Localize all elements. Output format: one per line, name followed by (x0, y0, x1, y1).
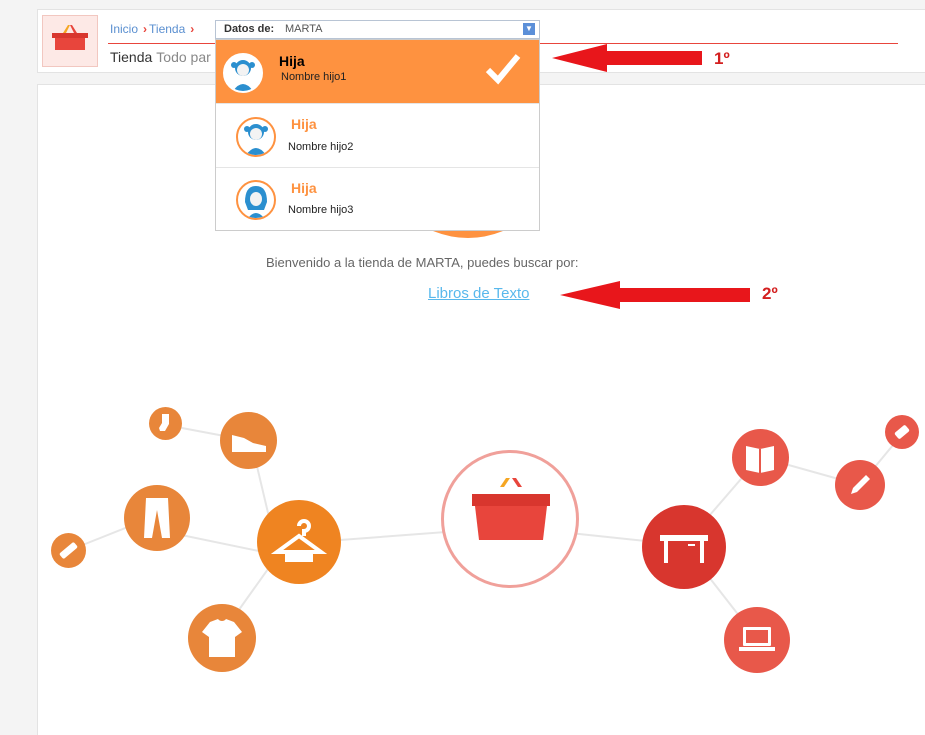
store-logo[interactable] (42, 15, 98, 67)
annotation-arrow-1 (552, 44, 702, 72)
page-title: Tienda Todo par (110, 49, 211, 65)
table-icon (660, 535, 708, 563)
girl-avatar-icon (236, 180, 276, 220)
breadcrumb-store-link[interactable]: Tienda (149, 22, 185, 36)
basket-icon (472, 478, 550, 540)
sneaker-category[interactable] (220, 412, 277, 469)
clothing-category[interactable] (257, 500, 341, 584)
furniture-category[interactable] (642, 505, 726, 589)
pants-category[interactable] (124, 485, 190, 551)
child-option-3-name: Nombre hijo3 (288, 204, 354, 216)
page-title-subtitle: Todo par (156, 49, 211, 65)
child-option-2-role: Hija (291, 116, 317, 132)
breadcrumb-home-link[interactable]: Inicio (110, 22, 138, 36)
sock-category[interactable] (149, 407, 182, 440)
child-option-3[interactable]: Hija Nombre hijo3 (216, 168, 539, 231)
pencil-category[interactable] (835, 460, 885, 510)
child-option-1[interactable]: Hija Nombre hijo1 (216, 40, 539, 104)
child-selector-value: MARTA (285, 23, 323, 35)
annotation-label-2: 2º (762, 284, 778, 303)
child-option-2-name: Nombre hijo2 (288, 141, 354, 153)
computer-category[interactable] (724, 607, 790, 673)
breadcrumb: Inicio › Tienda › (110, 22, 196, 36)
eraser-icon (894, 425, 910, 439)
chevron-right-icon: › (190, 22, 195, 36)
welcome-text: Bienvenido a la tienda de MARTA, puedes … (266, 255, 579, 270)
chevron-right-icon: › (143, 22, 148, 36)
child-dropdown: Hija Nombre hijo1 Hija Nombre hijo2 Hija… (215, 39, 540, 231)
child-selector-label: Datos de: (224, 23, 275, 35)
child-option-1-role: Hija (279, 53, 305, 69)
pants-icon (144, 498, 170, 538)
annotation-label-1: 1º (714, 49, 730, 68)
child-option-2[interactable]: Hija Nombre hijo2 (216, 104, 539, 168)
sock-icon (159, 414, 169, 431)
page-title-section: Tienda (110, 49, 153, 65)
textbooks-link[interactable]: Libros de Texto (428, 285, 529, 302)
chevron-down-icon[interactable]: ▼ (523, 23, 535, 35)
child-option-1-name: Nombre hijo1 (281, 71, 347, 83)
basket-category[interactable] (441, 450, 579, 588)
book-category[interactable] (732, 429, 789, 486)
check-icon (485, 54, 521, 85)
child-selector[interactable]: Datos de: MARTA ▼ (215, 20, 540, 39)
tshirt-icon (202, 619, 242, 657)
hanger-icon (270, 519, 328, 562)
girl-avatar-icon (236, 117, 276, 157)
badge-icon (59, 542, 78, 559)
child-option-3-role: Hija (291, 180, 317, 196)
basket-icon (52, 25, 88, 50)
laptop-icon (739, 627, 775, 651)
book-icon (746, 446, 774, 473)
annotation-arrow-2 (560, 281, 750, 309)
tshirt-category[interactable] (188, 604, 256, 672)
pencil-icon (851, 475, 870, 494)
sneaker-icon (232, 435, 266, 452)
girl-avatar-icon (223, 53, 263, 93)
badge-category[interactable] (51, 533, 86, 568)
eraser-category[interactable] (885, 415, 919, 449)
